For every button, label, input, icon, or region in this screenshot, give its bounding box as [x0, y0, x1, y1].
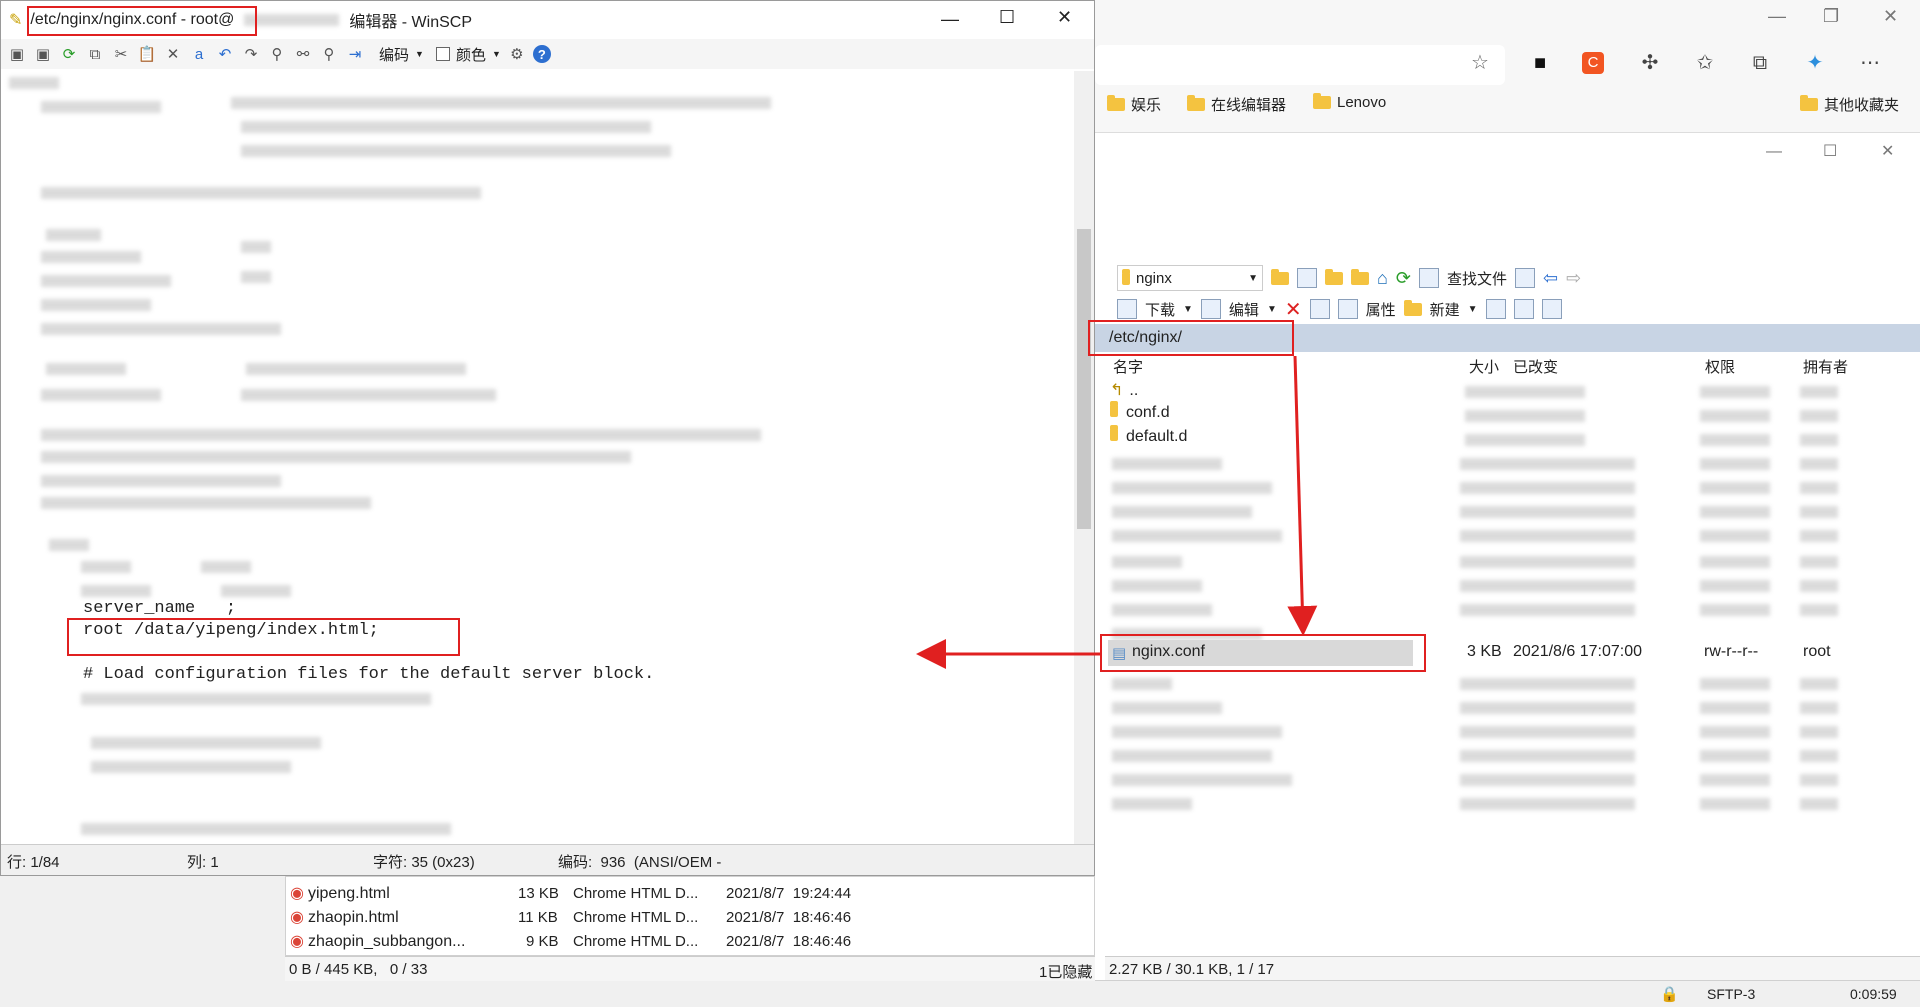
annotation-arrows [916, 355, 1318, 669]
arrow-path-to-file [1287, 355, 1318, 636]
